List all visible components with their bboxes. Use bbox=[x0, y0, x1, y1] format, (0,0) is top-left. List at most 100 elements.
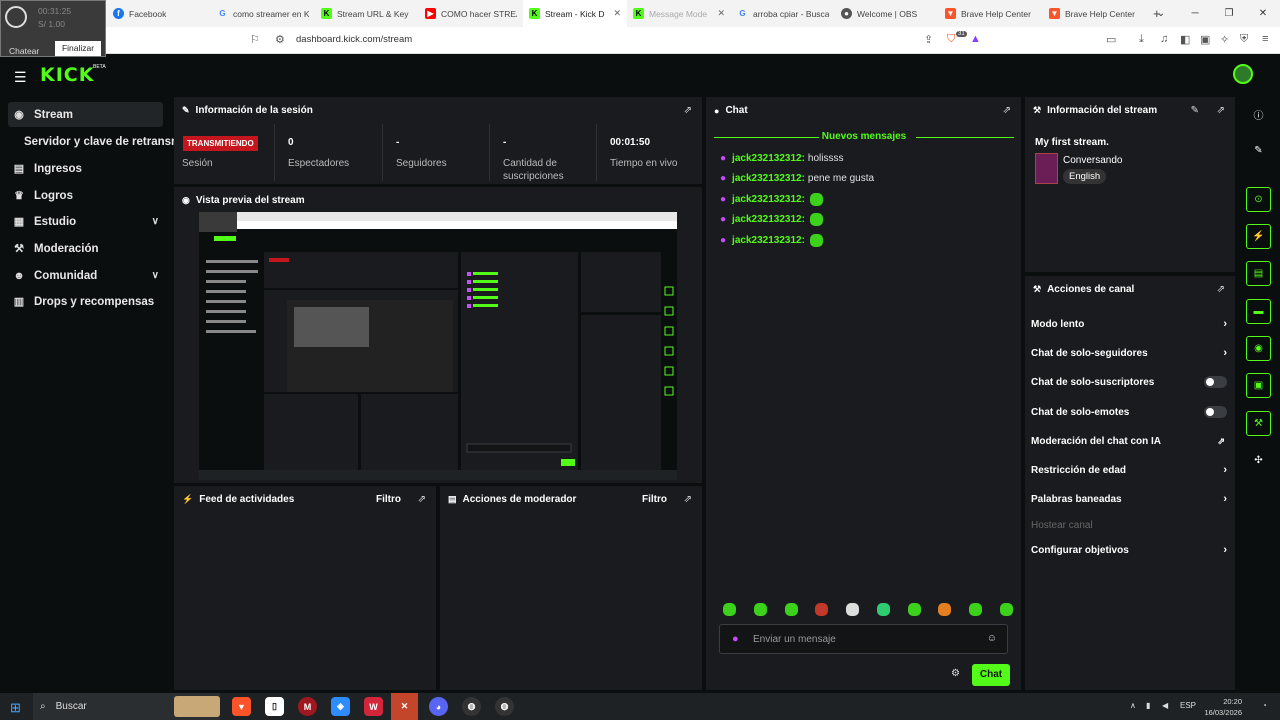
action-followers-only[interactable]: Chat de solo-seguidores › bbox=[1031, 345, 1227, 361]
discord-taskbar-icon[interactable]: ◕ bbox=[429, 697, 448, 716]
emote-icon[interactable] bbox=[876, 603, 890, 616]
volume-icon[interactable]: ◀ bbox=[1162, 701, 1168, 710]
wrench-icon[interactable]: ⚒ bbox=[1246, 411, 1271, 436]
action-slow-mode[interactable]: Modo lento › bbox=[1031, 316, 1227, 332]
close-tab-icon[interactable]: ✕ bbox=[613, 8, 621, 19]
expand-icon[interactable]: ⇗ bbox=[684, 105, 692, 116]
clipboard-icon[interactable]: ▤ bbox=[1246, 261, 1271, 286]
info-icon[interactable]: ⓘ bbox=[1246, 102, 1271, 127]
taskbar-clock[interactable]: 20:20 16/03/2026 bbox=[1202, 696, 1242, 718]
tab-search-icon[interactable]: ⌄ bbox=[1144, 0, 1178, 27]
emote-icon[interactable] bbox=[723, 603, 736, 616]
stream-preview-video[interactable] bbox=[199, 212, 677, 480]
tab-google-search[interactable]: Gcomo streamer en K bbox=[211, 0, 315, 27]
file-taskbar-icon[interactable]: ▯ bbox=[265, 697, 284, 716]
chat-username[interactable]: jack232132312: bbox=[732, 214, 805, 225]
url-field[interactable]: dashboard.kick.com/stream bbox=[296, 34, 412, 45]
minimize-icon[interactable]: ─ bbox=[1178, 0, 1212, 27]
emote-icon[interactable] bbox=[753, 603, 767, 616]
subscribers-only-toggle[interactable] bbox=[1204, 376, 1227, 388]
expand-icon[interactable]: ⇗ bbox=[1003, 105, 1011, 116]
tab-facebook[interactable]: f Facebook bbox=[107, 0, 211, 27]
menu-icon[interactable]: ≡ bbox=[1262, 33, 1268, 45]
overlay-chat-button[interactable]: Chatear bbox=[9, 46, 39, 56]
hamburger-menu-icon[interactable]: ☰ bbox=[14, 69, 27, 86]
lightning-icon[interactable]: ⚡ bbox=[1246, 224, 1271, 249]
taskbar-search-box[interactable]: ⌕ Buscar bbox=[33, 693, 220, 720]
vpn-icon[interactable]: ⛨ bbox=[1240, 33, 1248, 46]
chat-username[interactable]: jack232132312: bbox=[732, 153, 805, 164]
action-age-restriction[interactable]: Restricción de edad › bbox=[1031, 462, 1227, 478]
emote-icon[interactable] bbox=[938, 603, 952, 616]
tab-google-arroba[interactable]: Garroba cpiar - Busca bbox=[731, 0, 835, 27]
notification-bell-icon[interactable]: ◔ bbox=[1262, 701, 1267, 710]
language-indicator[interactable]: ESP bbox=[1180, 701, 1196, 710]
active-app-taskbar-icon[interactable]: ✕ bbox=[391, 693, 418, 720]
tab-stream-kick[interactable]: K Stream - Kick D ✕ bbox=[523, 0, 627, 27]
sidebar-item-ingresos[interactable]: ▤ Ingresos bbox=[8, 156, 163, 181]
emote-icon[interactable] bbox=[815, 603, 829, 616]
clip-icon[interactable]: ⊙ bbox=[1246, 187, 1271, 212]
edit-pencil-icon[interactable]: ✎ bbox=[1246, 138, 1271, 163]
sidebar-item-moderacion[interactable]: ⚒ Moderación bbox=[8, 236, 163, 261]
close-tab-icon[interactable]: ✕ bbox=[717, 8, 725, 19]
obs-taskbar-icon[interactable]: ◍ bbox=[462, 697, 481, 716]
copilot-taskbar-icon[interactable]: ◈ bbox=[331, 697, 350, 716]
expand-icon[interactable]: ⇗ bbox=[1217, 105, 1225, 116]
leo-ai-icon[interactable]: ✧ bbox=[1220, 33, 1229, 46]
tab-brave-help-2[interactable]: ▼ Brave Help Center bbox=[1043, 0, 1147, 27]
emoji-picker-icon[interactable]: ☺ bbox=[987, 633, 997, 644]
obs-second-taskbar-icon[interactable]: ◍ bbox=[495, 697, 514, 716]
bookmark-icon[interactable]: ⚐ bbox=[250, 33, 260, 46]
expand-icon[interactable]: ⇗ bbox=[418, 494, 426, 505]
edit-pencil-icon[interactable]: ✎ bbox=[1191, 105, 1199, 116]
panel-icon[interactable]: ◧ bbox=[1180, 33, 1190, 46]
emote-icon[interactable] bbox=[999, 603, 1013, 616]
wallet-icon[interactable]: ▣ bbox=[1200, 33, 1210, 46]
tab-youtube[interactable]: ▶ COMO hacer STREA bbox=[419, 0, 523, 27]
sidebar-item-comunidad[interactable]: ☻ Comunidad ∨ bbox=[8, 263, 163, 288]
site-info-icon[interactable]: ⚙ bbox=[275, 33, 285, 46]
tab-brave-help-1[interactable]: ▼ Brave Help Center bbox=[939, 0, 1043, 27]
overlay-finish-button[interactable]: Finalizar bbox=[55, 41, 101, 56]
send-chat-button[interactable]: Chat bbox=[972, 664, 1010, 686]
user-avatar[interactable] bbox=[1233, 64, 1253, 84]
filter-button[interactable]: Filtro bbox=[376, 494, 401, 505]
tab-obs[interactable]: ● Welcome | OBS bbox=[835, 0, 939, 27]
tab-message-mode[interactable]: K Message Mode ✕ bbox=[627, 0, 731, 27]
apps-icon[interactable]: ✣ bbox=[1246, 448, 1271, 473]
emote-icon[interactable] bbox=[969, 603, 983, 616]
expand-icon[interactable]: ⇗ bbox=[1217, 284, 1225, 295]
m-app-taskbar-icon[interactable]: M bbox=[298, 697, 317, 716]
expand-icon[interactable]: ⇗ bbox=[684, 494, 692, 505]
chat-bubble-icon[interactable]: ▬ bbox=[1246, 299, 1271, 324]
chat-message-input[interactable]: ● Enviar un mensaje ☺ bbox=[719, 624, 1008, 654]
emotes-only-toggle[interactable] bbox=[1204, 406, 1227, 418]
download-icon[interactable]: ⤓ bbox=[1139, 33, 1144, 46]
tab-stream-key[interactable]: K Stream URL & Key bbox=[315, 0, 419, 27]
action-set-goals[interactable]: Configurar objetivos › bbox=[1031, 542, 1227, 558]
microphone-tray-icon[interactable]: ▮ bbox=[1146, 701, 1150, 710]
brave-rewards-icon[interactable]: ▲ bbox=[970, 33, 981, 45]
brave-taskbar-icon[interactable]: ▼ bbox=[232, 697, 251, 716]
sidebar-item-logros[interactable]: ♛ Logros bbox=[8, 183, 163, 208]
emote-icon[interactable] bbox=[907, 603, 921, 616]
chat-settings-gear-icon[interactable]: ⚙ bbox=[951, 668, 960, 679]
action-banned-words[interactable]: Palabras baneadas › bbox=[1031, 491, 1227, 507]
filter-button[interactable]: Filtro bbox=[642, 494, 667, 505]
action-ai-moderation[interactable]: Moderación del chat con IA ⇗ bbox=[1031, 433, 1227, 449]
chevron-up-icon[interactable]: ∧ bbox=[1130, 701, 1136, 710]
sidebar-item-drops[interactable]: ▥ Drops y recompensas bbox=[8, 289, 163, 314]
broadcast-icon[interactable]: ◉ bbox=[1246, 336, 1271, 361]
maximize-icon[interactable]: ❐ bbox=[1212, 0, 1246, 27]
chat-username[interactable]: jack232132312: bbox=[732, 173, 805, 184]
chat-username[interactable]: jack232132312: bbox=[732, 235, 805, 246]
sidebar-item-server-key[interactable]: Servidor y clave de retransm bbox=[24, 136, 181, 148]
close-window-icon[interactable]: ✕ bbox=[1246, 0, 1280, 27]
kick-logo[interactable]: KICK bbox=[40, 64, 94, 86]
music-icon[interactable]: ♫ bbox=[1160, 33, 1168, 45]
office-taskbar-icon[interactable]: W bbox=[364, 697, 383, 716]
share-icon[interactable]: ⇪ bbox=[924, 33, 933, 46]
windows-start-icon[interactable]: ⊞ bbox=[10, 700, 21, 716]
emote-icon[interactable] bbox=[846, 603, 860, 616]
